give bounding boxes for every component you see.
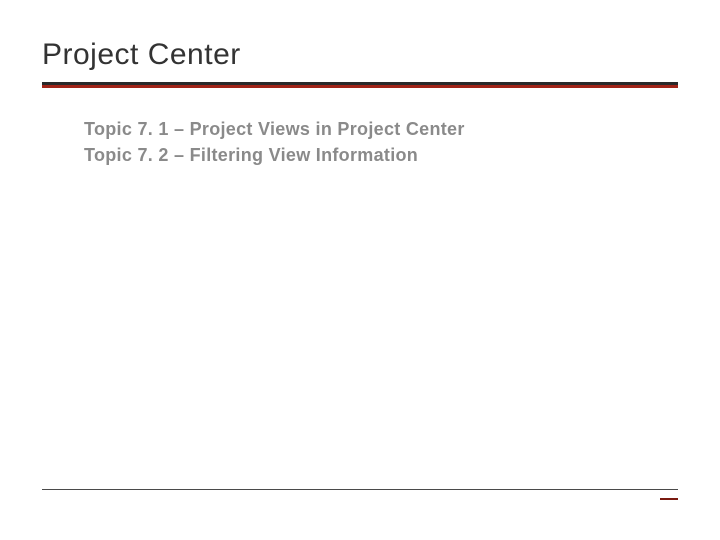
footer-accent-tick <box>660 498 678 500</box>
title-rule-accent <box>42 85 678 88</box>
topics-list: Topic 7. 1 – Project Views in Project Ce… <box>42 116 678 168</box>
slide: Project Center Topic 7. 1 – Project View… <box>0 0 720 540</box>
page-title: Project Center <box>42 38 678 82</box>
topic-item: Topic 7. 1 – Project Views in Project Ce… <box>84 116 678 142</box>
topic-item: Topic 7. 2 – Filtering View Information <box>84 142 678 168</box>
footer-rule <box>42 489 678 490</box>
